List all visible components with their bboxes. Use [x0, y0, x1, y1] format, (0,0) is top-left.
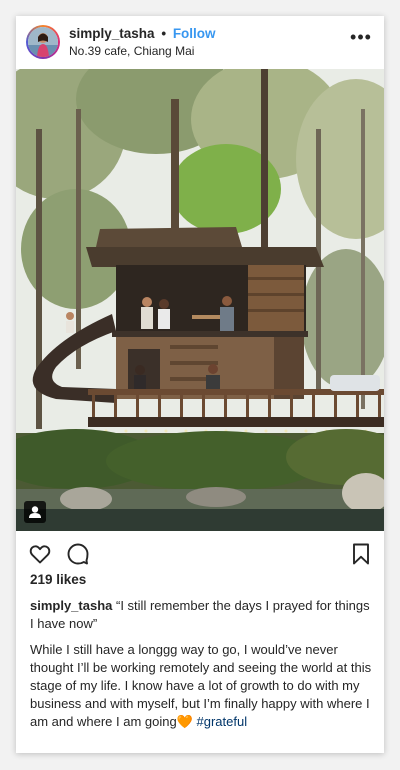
- hashtag-link[interactable]: #grateful: [197, 714, 248, 729]
- post-header: simply_tasha • Follow No.39 cafe, Chiang…: [16, 16, 384, 68]
- orange-heart-emoji: 🧡: [176, 714, 193, 729]
- location-link[interactable]: No.39 cafe, Chiang Mai: [69, 44, 194, 58]
- bookmark-icon[interactable]: [349, 542, 373, 566]
- username-link[interactable]: simply_tasha: [69, 26, 155, 41]
- caption-username[interactable]: simply_tasha: [30, 598, 112, 613]
- avatar-image: [28, 27, 58, 57]
- post-photo[interactable]: [16, 69, 384, 531]
- user-tag-icon[interactable]: [24, 501, 46, 523]
- separator-dot: •: [161, 26, 167, 41]
- heart-icon[interactable]: [28, 542, 52, 566]
- user-line: simply_tasha • Follow: [69, 26, 216, 41]
- comment-icon[interactable]: [66, 542, 90, 566]
- action-bar: [16, 540, 384, 570]
- avatar[interactable]: [26, 25, 60, 59]
- follow-button[interactable]: Follow: [173, 26, 216, 41]
- likes-count[interactable]: 219 likes: [30, 572, 86, 587]
- post-card: simply_tasha • Follow No.39 cafe, Chiang…: [16, 16, 384, 753]
- more-options-icon[interactable]: •••: [350, 28, 372, 47]
- caption: simply_tasha “I still remember the days …: [30, 597, 375, 731]
